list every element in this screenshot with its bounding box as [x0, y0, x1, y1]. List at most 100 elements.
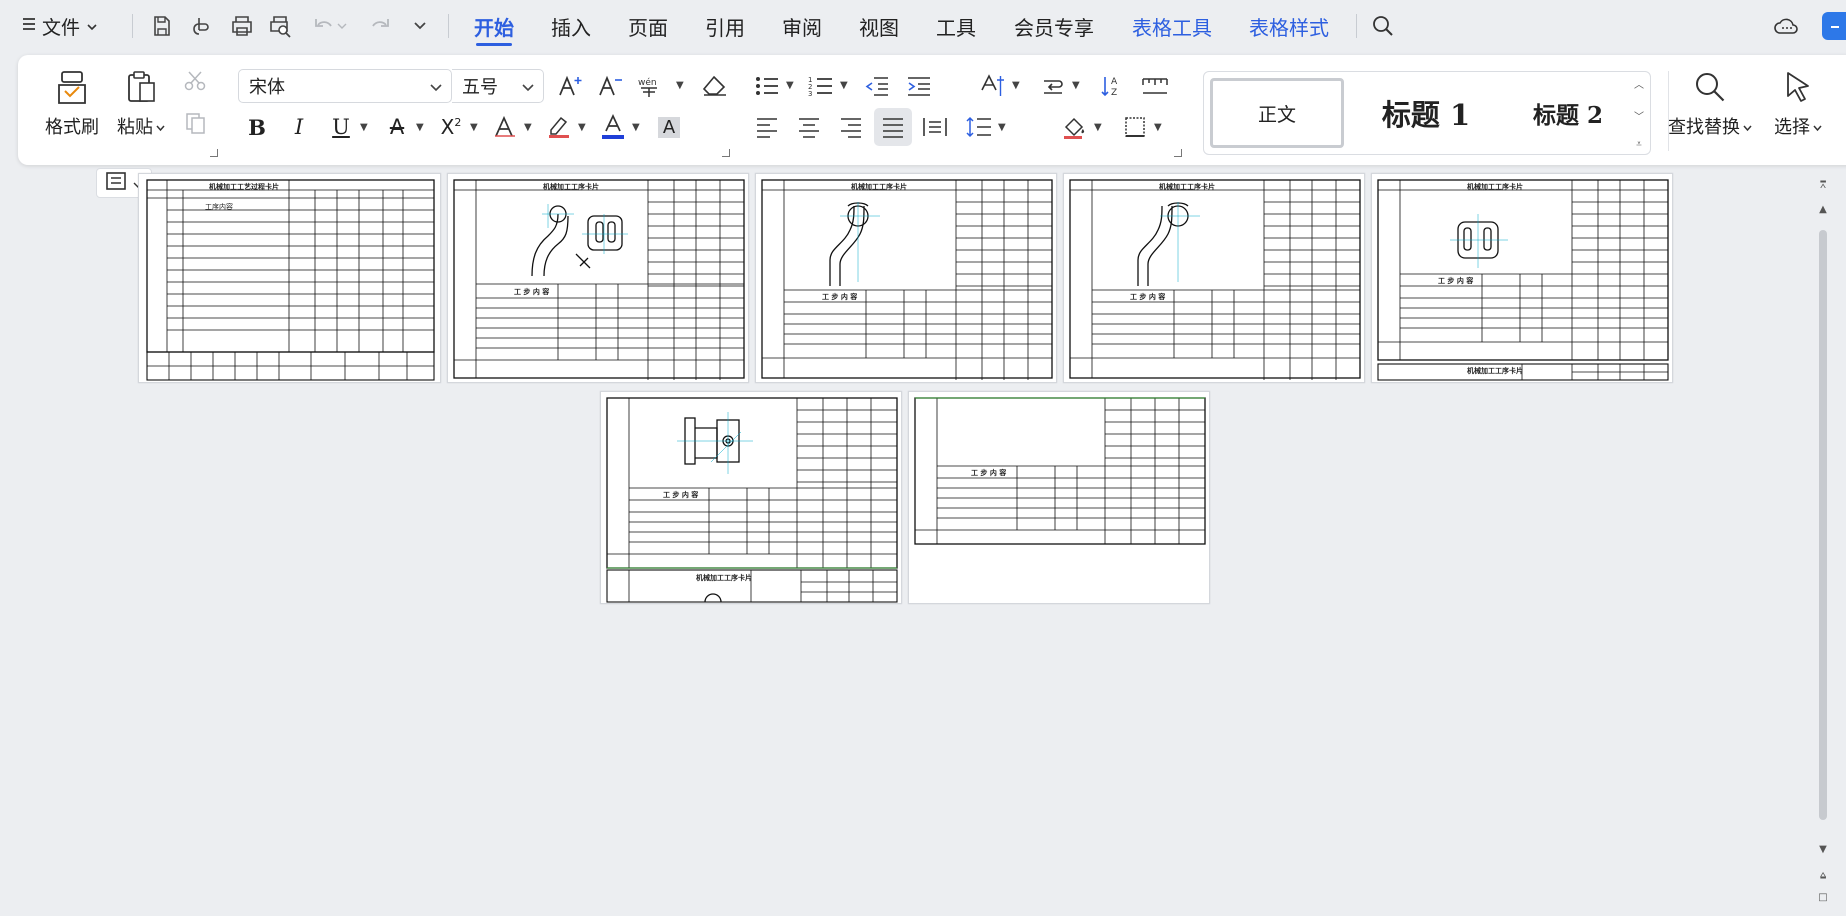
style-heading-1[interactable]: 标题 1 [1356, 78, 1496, 148]
page-thumbnail-7[interactable]: 工 步 内 容 [908, 391, 1210, 604]
tab-review[interactable]: 审阅 [782, 10, 822, 42]
line-break-icon[interactable] [1036, 70, 1070, 102]
chevron-down-icon: ▼ [786, 80, 794, 91]
grow-font-icon[interactable] [554, 70, 588, 102]
export-pdf-icon[interactable] [188, 12, 216, 40]
tab-view[interactable]: 视图 [859, 10, 899, 42]
search-icon[interactable] [1369, 12, 1397, 40]
borders-icon[interactable] [1118, 111, 1152, 143]
share-icon[interactable] [1822, 12, 1846, 40]
justify-icon[interactable] [874, 108, 912, 146]
select-button[interactable]: 选择 [1766, 67, 1830, 139]
cloud-sync-icon[interactable] [1772, 12, 1800, 40]
format-painter-button[interactable]: 格式刷 [40, 67, 104, 139]
gallery-expand-icon[interactable]: ⩡ [1636, 139, 1642, 150]
tab-table-style[interactable]: 表格样式 [1249, 10, 1329, 42]
scroll-top-icon[interactable]: ⩞ [1814, 178, 1832, 192]
show-marks-icon[interactable] [1138, 70, 1172, 102]
cursor-arrow-icon [1766, 67, 1830, 107]
numbered-list-icon[interactable]: 123 [804, 70, 838, 102]
text-direction-icon[interactable] [976, 70, 1010, 102]
undo-dropdown-icon[interactable] [334, 12, 350, 40]
file-menu[interactable]: 文件 [22, 12, 98, 40]
document-area[interactable]: 机械加工工艺过程卡片 工序内容 机械加工工序卡片 工 步 内 容 机械加工工序卡… [0, 165, 1846, 916]
distributed-align-icon[interactable] [918, 111, 952, 143]
page-select-icon[interactable]: □ [1814, 890, 1832, 904]
tab-label: 表格工具 [1132, 15, 1212, 40]
text-effect-icon[interactable] [488, 111, 522, 143]
scroll-bottom-icon[interactable]: ⩠ [1814, 868, 1832, 882]
chevron-down-icon: ▼ [1072, 80, 1080, 91]
chevron-down-icon: ▼ [676, 80, 684, 91]
font-name-value: 宋体 [249, 77, 285, 98]
find-replace-button[interactable]: 查找替换 [1660, 67, 1760, 139]
character-shading-icon[interactable]: A [652, 111, 686, 143]
scroll-up-icon[interactable]: ▲ [1814, 202, 1832, 216]
tab-member[interactable]: 会员专享 [1014, 10, 1094, 42]
tab-references[interactable]: 引用 [705, 10, 745, 42]
paste-icon [112, 67, 170, 107]
scroll-down-icon[interactable]: ▼ [1814, 842, 1832, 856]
page-thumbnail-3[interactable]: 机械加工工序卡片 工 步 内 容 [755, 173, 1057, 383]
align-left-icon[interactable] [750, 111, 784, 143]
page-thumbnail-4[interactable]: 机械加工工序卡片 工 步 内 容 [1063, 173, 1365, 383]
tab-home[interactable]: 开始 [474, 10, 514, 46]
page-thumbnail-5[interactable]: 机械加工工序卡片 工 步 内 容 机械加工工序卡片 [1371, 173, 1673, 383]
page-4-drawing [1069, 179, 1361, 380]
customize-toolbar-icon[interactable] [406, 12, 434, 40]
font-color-icon[interactable] [596, 111, 630, 143]
bullet-list-icon[interactable] [750, 70, 784, 102]
page-thumbnail-1[interactable]: 机械加工工艺过程卡片 工序内容 [138, 173, 441, 383]
tab-table-tools[interactable]: 表格工具 [1132, 10, 1212, 42]
tab-insert[interactable]: 插入 [551, 10, 591, 42]
clipboard-dialog-launcher[interactable] [210, 149, 218, 157]
increase-indent-icon[interactable] [902, 70, 936, 102]
paragraph-dialog-launcher[interactable] [1174, 149, 1182, 157]
font-size-combo[interactable]: 五号 [452, 69, 544, 103]
page-2-step-caption: 工 步 内 容 [514, 288, 550, 296]
paste-button[interactable]: 粘贴 [112, 67, 170, 139]
line-spacing-icon[interactable] [962, 111, 996, 143]
chevron-up-icon[interactable]: ︿ [1634, 76, 1644, 91]
chevron-down-icon: ▼ [524, 122, 532, 133]
shrink-font-icon[interactable] [594, 70, 628, 102]
strikethrough-icon[interactable]: A [380, 111, 414, 143]
align-right-icon[interactable] [834, 111, 868, 143]
shading-icon[interactable] [1058, 111, 1092, 143]
chevron-down-icon: ▼ [632, 122, 640, 133]
tab-tools[interactable]: 工具 [936, 10, 976, 42]
print-preview-icon[interactable] [266, 12, 294, 40]
superscript-icon[interactable]: X2 [434, 111, 468, 143]
font-name-combo[interactable]: 宋体 [238, 69, 452, 103]
tab-label: 引用 [705, 15, 745, 40]
cut-icon[interactable] [178, 65, 212, 97]
chevron-down-icon: ▼ [360, 122, 368, 133]
page-thumbnail-6[interactable]: 工 步 内 容 机械加工工序卡片 [600, 391, 902, 604]
phonetic-guide-icon[interactable]: wén [634, 70, 668, 102]
underline-icon[interactable]: U [324, 111, 358, 143]
redo-icon[interactable] [366, 12, 394, 40]
gallery-scroll[interactable]: ︿ ﹀ ⩡ [1632, 76, 1646, 150]
align-center-icon[interactable] [792, 111, 826, 143]
page-7-drawing [914, 397, 1206, 545]
bold-icon[interactable]: B [240, 111, 274, 143]
italic-icon[interactable]: I [282, 111, 316, 143]
chevron-down-icon[interactable]: ﹀ [1634, 108, 1644, 123]
page-thumbnail-2[interactable]: 机械加工工序卡片 工 步 内 容 [447, 173, 749, 383]
page-5-title: 机械加工工序卡片 [1467, 183, 1523, 191]
style-normal[interactable]: 正文 [1210, 78, 1344, 148]
tab-page[interactable]: 页面 [628, 10, 668, 42]
save-icon[interactable] [148, 12, 176, 40]
clear-format-icon[interactable] [698, 70, 732, 102]
style-heading-2[interactable]: 标题 2 [1504, 78, 1632, 148]
copy-icon[interactable] [178, 107, 212, 139]
vertical-scrollbar[interactable]: ⩞ ▲ ▼ ⩠ □ [1810, 170, 1836, 910]
font-dialog-launcher[interactable] [722, 149, 730, 157]
scrollbar-thumb[interactable] [1819, 230, 1827, 820]
font-size-value: 五号 [462, 77, 498, 98]
decrease-indent-icon[interactable] [860, 70, 894, 102]
highlight-icon[interactable] [542, 111, 576, 143]
svg-text:A: A [1111, 77, 1118, 87]
sort-icon[interactable]: AZ [1096, 70, 1130, 102]
print-icon[interactable] [228, 12, 256, 40]
